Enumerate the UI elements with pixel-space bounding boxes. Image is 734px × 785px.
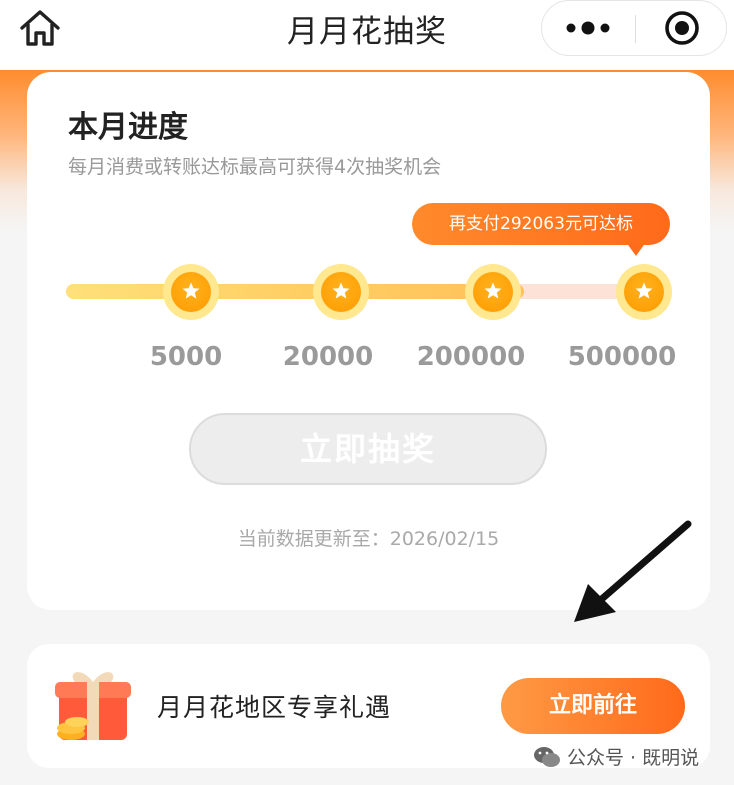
milestone-label: 20000 <box>282 342 374 372</box>
target-icon[interactable] <box>663 9 701 47</box>
milestone-star-4 <box>616 264 672 320</box>
gift-box-icon <box>55 672 131 740</box>
star-icon <box>484 282 502 299</box>
remaining-amount-tip: 再支付292063元可达标 <box>412 203 670 245</box>
draw-now-button[interactable]: 立即抽奖 <box>189 413 547 485</box>
milestone-label: 200000 <box>416 342 526 372</box>
mini-program-capsule <box>541 0 727 56</box>
star-icon <box>182 282 200 299</box>
milestone-label: 500000 <box>567 342 677 372</box>
milestone-star-2 <box>313 264 369 320</box>
milestone-label: 5000 <box>149 342 223 372</box>
card-subtitle: 每月消费或转账达标最高可获得4次抽奖机会 <box>68 156 442 178</box>
annotation-arrow-icon <box>574 520 692 622</box>
more-dots-icon[interactable] <box>564 16 612 40</box>
watermark-text: 公众号 · 既明说 <box>567 747 700 769</box>
top-nav-bar: 月月花抽奖 <box>0 0 734 70</box>
milestone-star-3 <box>465 264 521 320</box>
go-now-button[interactable]: 立即前往 <box>501 678 685 734</box>
star-icon <box>635 282 653 299</box>
wechat-icon <box>534 747 560 767</box>
milestone-star-1 <box>163 264 219 320</box>
tip-pointer <box>626 242 646 256</box>
star-icon <box>332 282 350 299</box>
offer-title: 月月花地区专享礼遇 <box>157 693 392 722</box>
progress-fill <box>66 284 525 299</box>
card-title: 本月进度 <box>68 110 188 145</box>
capsule-divider <box>635 15 636 43</box>
